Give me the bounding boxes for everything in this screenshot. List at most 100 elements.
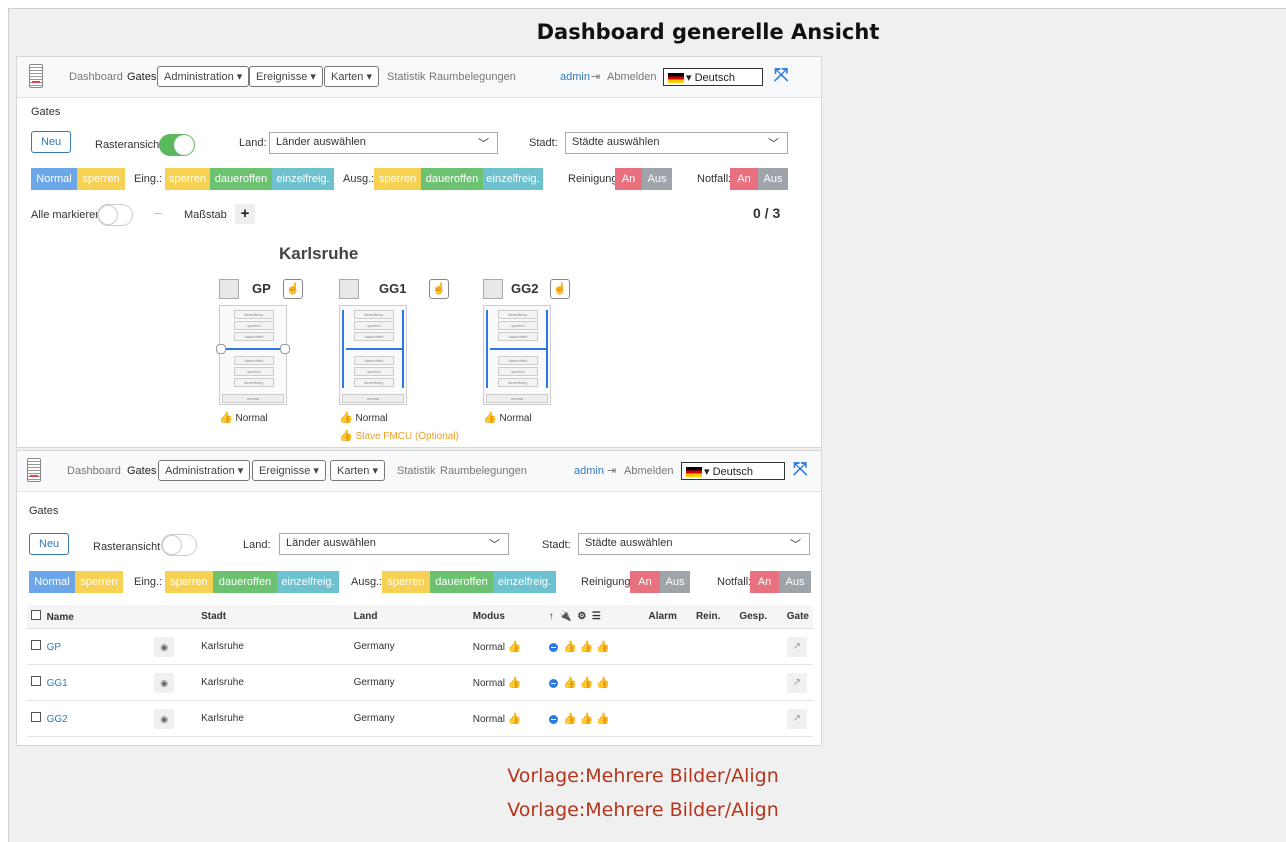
- external-link-icon[interactable]: ↗: [786, 708, 807, 729]
- language-select[interactable]: ▾ Deutsch: [681, 462, 785, 480]
- ausg-daueroffen-button[interactable]: daueroffen: [421, 168, 483, 190]
- raster-toggle[interactable]: [161, 534, 197, 556]
- header-stadt[interactable]: Stadt: [197, 605, 350, 629]
- eing-daueroffen-button[interactable]: daueroffen: [213, 571, 277, 593]
- table-row: GG2 ◉ Karlsruhe Germany Normal 👍 👍 👍 👍 ↗: [27, 700, 813, 737]
- hand-pointer-icon[interactable]: ☝: [283, 279, 303, 299]
- eye-icon[interactable]: ◉: [154, 636, 175, 657]
- alle-markieren-toggle[interactable]: [97, 204, 133, 226]
- eing-einzelfreig-button[interactable]: einzelfreig.: [277, 571, 339, 593]
- mode-sperren-button[interactable]: sperren: [77, 168, 125, 190]
- reinigung-an-button[interactable]: An: [630, 571, 660, 593]
- nav-dashboard[interactable]: Dashboard: [67, 465, 121, 477]
- stadt-select-value: Städte auswählen: [572, 136, 660, 148]
- page-title: Dashboard generelle Ansicht: [536, 20, 880, 44]
- nav-abmelden[interactable]: Abmelden: [607, 71, 657, 83]
- gate-gg1-visual[interactable]: einzelfreig. sperren daueroffen daueroff…: [339, 305, 407, 405]
- stadt-select[interactable]: Städte auswählen ﹀: [578, 533, 810, 555]
- gate-pivot-icon: [216, 344, 226, 354]
- ausg-einzelfreig-button[interactable]: einzelfreig.: [493, 571, 556, 593]
- nav-abmelden[interactable]: Abmelden: [624, 465, 674, 477]
- header-alarm[interactable]: Alarm: [644, 605, 692, 629]
- nav-raumbelegungen[interactable]: Raumbelegungen: [440, 465, 527, 477]
- gate-name-link[interactable]: GG1: [47, 678, 68, 689]
- external-link-icon[interactable]: ↗: [786, 636, 807, 657]
- raster-toggle[interactable]: [159, 134, 195, 156]
- mode-normal-button[interactable]: Normal: [29, 571, 75, 593]
- mode-normal-button[interactable]: Normal: [31, 168, 77, 190]
- nav-raumbelegungen[interactable]: Raumbelegungen: [429, 71, 516, 83]
- eing-sperren-button[interactable]: sperren: [165, 168, 210, 190]
- gate-gp-visual[interactable]: einzelfreig. sperren daueroffen daueroff…: [216, 305, 290, 405]
- header-gate[interactable]: Gate: [782, 605, 813, 629]
- select-all-checkbox[interactable]: [31, 610, 41, 620]
- zoom-out-button[interactable]: −: [154, 205, 162, 221]
- eye-icon[interactable]: ◉: [154, 672, 175, 693]
- eing-sperren-button[interactable]: sperren: [165, 571, 213, 593]
- hand-pointer-icon[interactable]: ☝: [550, 279, 570, 299]
- external-link-icon[interactable]: ↗: [786, 672, 807, 693]
- nav-ereignisse-dropdown[interactable]: Ereignisse ▾: [249, 66, 323, 87]
- nav-statistik[interactable]: Statistik: [397, 465, 436, 477]
- reinigung-an-button[interactable]: An: [615, 168, 642, 190]
- nav-ereignisse-dropdown[interactable]: Ereignisse ▾: [252, 460, 326, 481]
- eing-daueroffen-button[interactable]: daueroffen: [210, 168, 272, 190]
- nav-gates[interactable]: Gates: [127, 465, 156, 477]
- gate-gg1-checkbox[interactable]: [339, 279, 359, 299]
- gate-gp-checkbox[interactable]: [219, 279, 239, 299]
- nav-dashboard[interactable]: Dashboard: [69, 71, 123, 83]
- land-select[interactable]: Länder auswählen ﹀: [279, 533, 509, 555]
- server-icon: ☰: [591, 611, 601, 622]
- stadt-select[interactable]: Städte auswählen ﹀: [565, 132, 788, 154]
- gate-name-link[interactable]: GG2: [47, 714, 68, 725]
- notfall-aus-button[interactable]: Aus: [758, 168, 788, 190]
- eing-einzelfreig-button[interactable]: einzelfreig.: [272, 168, 334, 190]
- header-modus[interactable]: Modus: [468, 605, 545, 629]
- ausg-sperren-button[interactable]: sperren: [382, 571, 430, 593]
- app-logo-icon[interactable]: [29, 64, 43, 88]
- header-gesp[interactable]: Gesp.: [735, 605, 783, 629]
- gate-gg2-checkbox[interactable]: [483, 279, 503, 299]
- nav-karten-dropdown[interactable]: Karten ▾: [324, 66, 379, 87]
- zoom-in-button[interactable]: +: [235, 204, 255, 224]
- reinigung-aus-button[interactable]: Aus: [642, 168, 672, 190]
- nav-admin-user[interactable]: admin: [560, 71, 590, 83]
- notfall-an-button[interactable]: An: [730, 168, 758, 190]
- notfall-aus-button[interactable]: Aus: [779, 571, 811, 593]
- expand-icon[interactable]: ⤧: [774, 65, 788, 86]
- expand-icon[interactable]: ⤧: [793, 459, 807, 480]
- template-link-2[interactable]: Vorlage:Mehrere Bilder/Align: [0, 799, 1286, 821]
- mode-sperren-button[interactable]: sperren: [75, 571, 123, 593]
- nav-administration-dropdown[interactable]: Administration ▾: [158, 460, 251, 481]
- template-link-1[interactable]: Vorlage:Mehrere Bilder/Align: [0, 765, 1286, 787]
- land-select[interactable]: Länder auswählen ﹀: [269, 132, 498, 154]
- nav-statistik[interactable]: Statistik: [387, 71, 426, 83]
- row-checkbox[interactable]: [31, 640, 41, 650]
- header-land[interactable]: Land: [349, 605, 469, 629]
- ausg-daueroffen-button[interactable]: daueroffen: [430, 571, 493, 593]
- gate-name-link[interactable]: GP: [47, 642, 61, 653]
- ausg-sperren-button[interactable]: sperren: [374, 168, 421, 190]
- new-gate-button[interactable]: Neu: [31, 131, 72, 153]
- ausg-einzelfreig-button[interactable]: einzelfreig.: [483, 168, 543, 190]
- eye-icon[interactable]: ◉: [154, 708, 175, 729]
- row-checkbox[interactable]: [31, 676, 41, 686]
- nav-gates[interactable]: Gates: [127, 71, 156, 83]
- header-name[interactable]: Name: [27, 605, 151, 629]
- row-checkbox[interactable]: [31, 712, 41, 722]
- nav-administration-dropdown[interactable]: Administration ▾: [157, 66, 250, 87]
- hand-pointer-icon[interactable]: ☝: [429, 279, 449, 299]
- app-logo-icon[interactable]: [27, 458, 41, 482]
- sign-out-icon[interactable]: ⇥: [591, 70, 600, 83]
- gate-gg2-visual[interactable]: einzelfreig. sperren daueroffen daueroff…: [483, 305, 551, 405]
- reinigung-aus-button[interactable]: Aus: [660, 571, 690, 593]
- nav-karten-dropdown[interactable]: Karten ▾: [330, 460, 385, 481]
- new-gate-button[interactable]: Neu: [29, 533, 70, 555]
- language-select[interactable]: ▾ Deutsch: [663, 68, 763, 86]
- notfall-an-button[interactable]: An: [750, 571, 779, 593]
- sign-out-icon[interactable]: ⇥: [607, 464, 616, 477]
- header-rein[interactable]: Rein.: [691, 605, 736, 629]
- nav-admin-user[interactable]: admin: [574, 465, 604, 477]
- ausg-label: Ausg.:: [343, 173, 375, 185]
- german-flag-icon: [668, 73, 684, 84]
